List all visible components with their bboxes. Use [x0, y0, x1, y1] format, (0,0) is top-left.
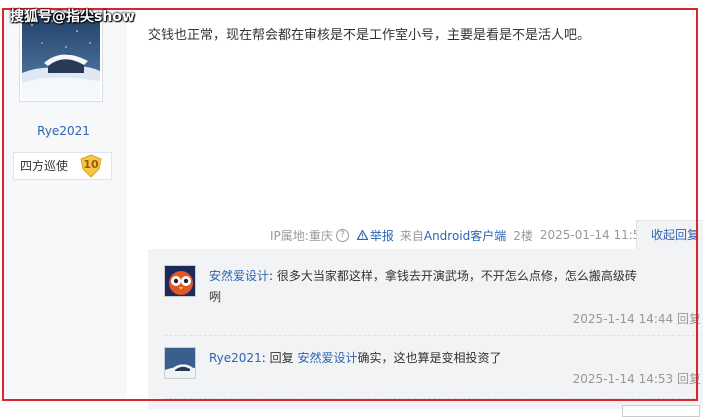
reply-button[interactable]: 回复 — [677, 372, 701, 386]
reply-timestamp: 2025-1-14 14:53 — [572, 372, 674, 386]
reply-divider — [164, 335, 700, 336]
reply-prefix: 回复 — [269, 351, 294, 365]
reply-text: 确实，这也算是变相投资了 — [357, 351, 502, 365]
reply-time-row: 2025-1-14 14:53 回复 — [573, 370, 701, 387]
collapse-replies-button[interactable]: 收起回复 — [636, 220, 703, 250]
reply-author-link[interactable]: 安然爱设计 — [209, 269, 269, 283]
reply-author-link[interactable]: Rye2021 — [209, 351, 262, 365]
reply-text-continued: 咧 — [209, 290, 222, 304]
reply-content: 安然爱设计: 很多大当家都这样，拿钱去开演武场，不开怎么点修，怎么搬高级砖 咧 — [209, 269, 637, 304]
reply-button[interactable]: 回复 — [677, 312, 701, 326]
source-client-link[interactable]: Android客户端 — [424, 227, 506, 244]
help-icon[interactable]: ? — [335, 228, 349, 242]
reply-content: Rye2021: 回复 安然爱设计确实，这也算是变相投资了 — [209, 351, 502, 365]
author-username[interactable]: Rye2021 — [0, 124, 127, 138]
owl-avatar-image — [165, 266, 195, 296]
reply-divider — [164, 398, 700, 399]
reply-text: 很多大当家都这样，拿钱去开演武场，不开怎么点修，怎么搬高级砖 — [276, 269, 637, 283]
reply-timestamp: 2025-1-14 14:44 — [572, 312, 674, 326]
watermark: 搜狐号@指尖show — [10, 9, 135, 25]
author-title-badge[interactable]: 四方巡使 10 — [13, 152, 112, 180]
report-label: 举报 — [369, 228, 394, 243]
ip-location: IP属地:重庆 — [270, 228, 333, 243]
source-prefix: 来自 — [399, 228, 424, 243]
reply-time-row: 2025-1-14 14:44 回复 — [573, 310, 701, 327]
post-meta: IP属地:重庆 ? 举报 来自 Android客户端 2楼 2025-01-14… — [270, 226, 648, 244]
reply-avatar[interactable] — [164, 265, 196, 297]
post-timestamp: 2025-01-14 11:52 — [539, 228, 649, 242]
level-number: 10 — [83, 158, 99, 171]
title-badge-label: 四方巡使 — [20, 159, 69, 173]
floor-number: 2楼 — [513, 228, 533, 243]
level-badge: 10 — [79, 154, 103, 178]
warning-icon — [356, 230, 368, 240]
mention-link[interactable]: 安然爱设计 — [297, 351, 357, 365]
post-content: 交钱也正常，现在帮会都在审核是不是工作室小号，主要是看是不是活人吧。 — [148, 28, 591, 43]
reply-input-box[interactable] — [622, 405, 700, 417]
report-button[interactable]: 举报 — [356, 227, 394, 244]
reply-avatar[interactable] — [164, 347, 196, 379]
snow-cabin-avatar-image — [165, 348, 195, 378]
